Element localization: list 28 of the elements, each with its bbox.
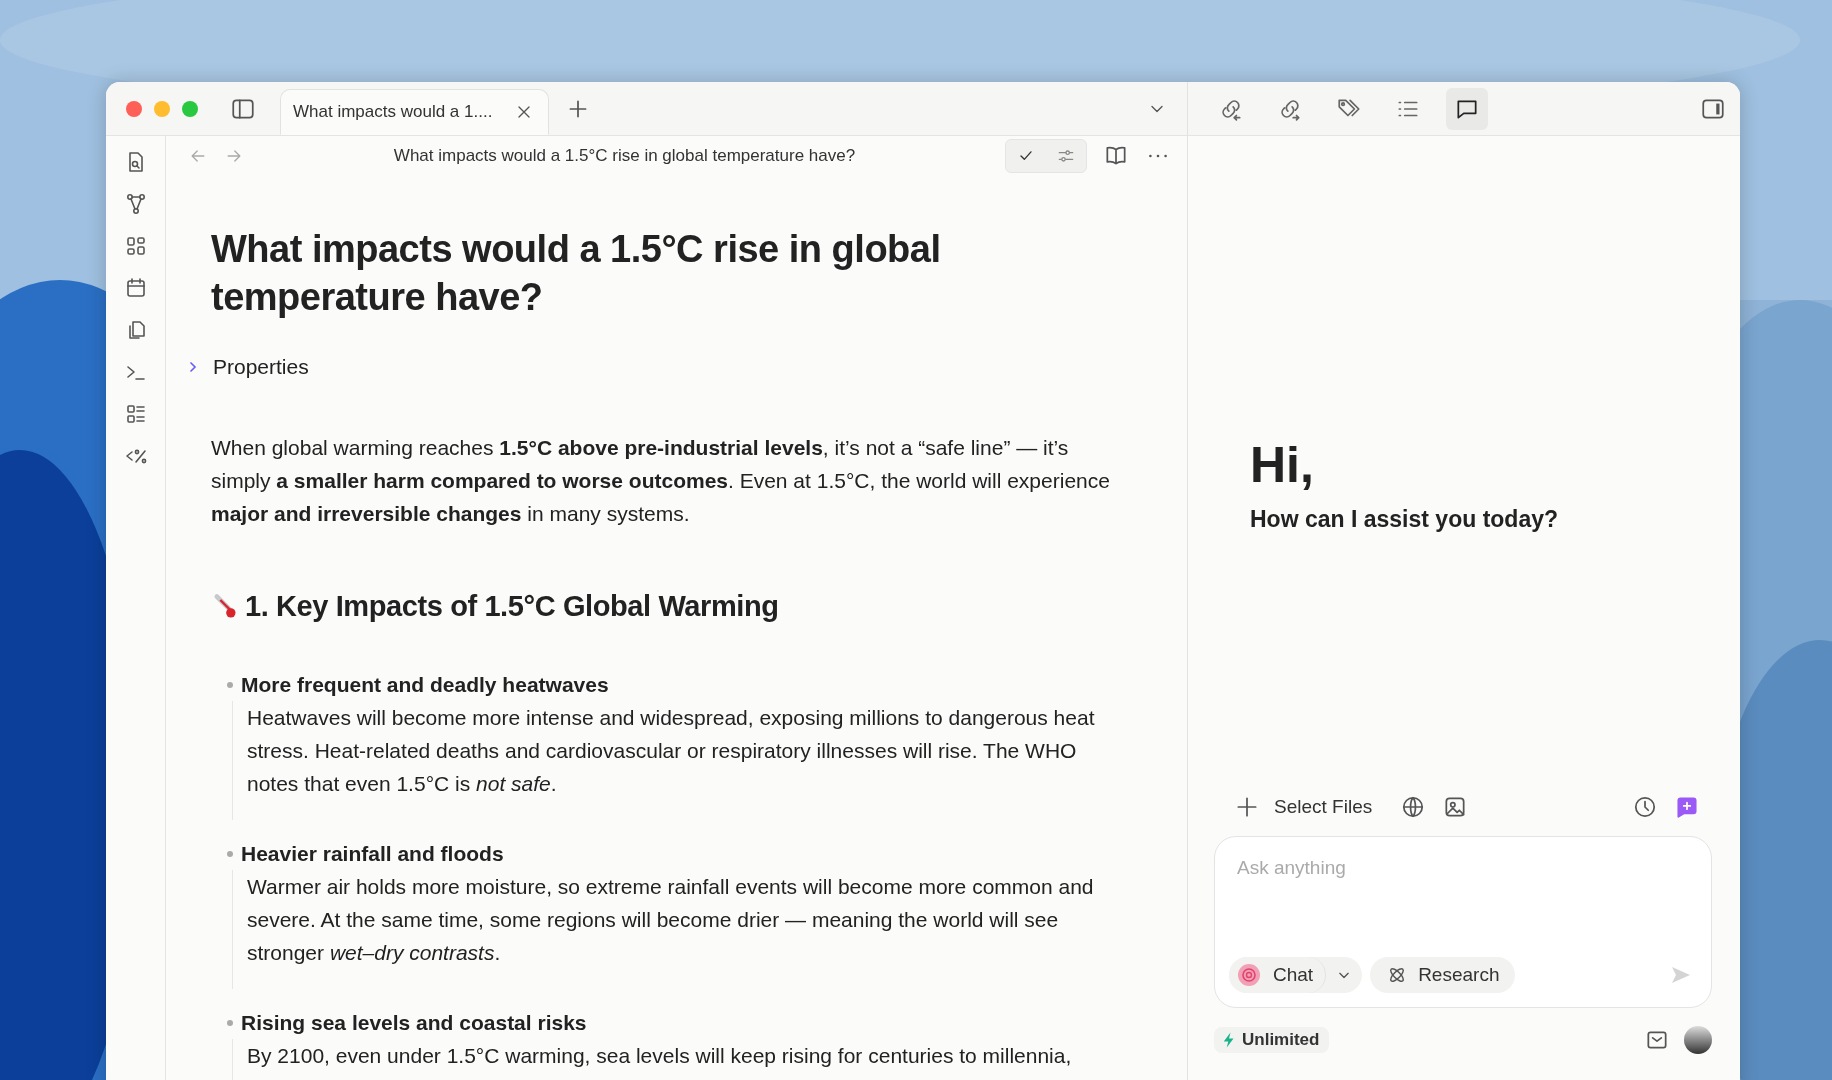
close-button[interactable] xyxy=(126,100,142,117)
chat-icon[interactable] xyxy=(1446,87,1488,130)
item-title: More frequent and deadly heatwaves xyxy=(241,673,609,697)
page-title: What impacts would a 1.5°C rise in global temperature have? xyxy=(211,227,942,320)
plan-badge: Unlimited xyxy=(1214,1027,1330,1053)
greeting: Hi, xyxy=(1250,436,1315,494)
bullet-icon xyxy=(227,682,233,688)
select-files-button[interactable]: Select Files xyxy=(1234,794,1373,820)
chat-mode-button[interactable]: Chat xyxy=(1229,957,1327,993)
chat-input[interactable]: Ask anything Chat Research xyxy=(1214,836,1712,1008)
research-button[interactable]: Research xyxy=(1370,957,1516,993)
properties-label[interactable]: Properties xyxy=(213,355,309,379)
tab[interactable]: What impacts would a 1.... xyxy=(280,89,550,135)
history-icon[interactable] xyxy=(1632,794,1658,820)
paragraph: When global warming reaches 1.5°C above pre-industrial levels, it’s not a “safe line” — it’s simply a smaller harm compared to worse outcomes. Even at 1.5°C, the world will experience major and irreversible changes in many systems. xyxy=(211,435,1111,527)
bullet-icon xyxy=(227,1020,233,1026)
new-chat-icon[interactable] xyxy=(1674,794,1700,820)
paragraph: Warmer air holds more moisture, so extreme rainfall events will become more common and severe. At the same time, some regions will become drier — meaning the world will see stronger wet–dry contrasts. xyxy=(232,870,1097,989)
greeting-subtitle: How can I assist you today? xyxy=(1250,506,1560,533)
section-heading: 1. Key Impacts of 1.5°C Global Warming xyxy=(245,590,779,623)
item-title: Heavier rainfall and floods xyxy=(241,842,504,866)
item-title: Rising sea levels and coastal risks xyxy=(241,1011,587,1035)
bullet-icon xyxy=(227,851,233,857)
avatar[interactable] xyxy=(1684,1026,1712,1054)
paragraph: Heatwaves will become more intense and widespread, exposing millions to dangerous heat stress. Heat-related deaths and cardiovascular or respiratory illnesses will rise. The WHO notes that even 1.5°C is not safe. xyxy=(232,701,1097,820)
paragraph: By 2100, even under 1.5°C warming, sea levels will keep rising for centuries to millennia, xyxy=(232,1039,1097,1080)
model-logo-icon xyxy=(1237,963,1261,987)
note-title: What impacts would a 1.5°C rise in global temperature have? xyxy=(392,145,857,166)
